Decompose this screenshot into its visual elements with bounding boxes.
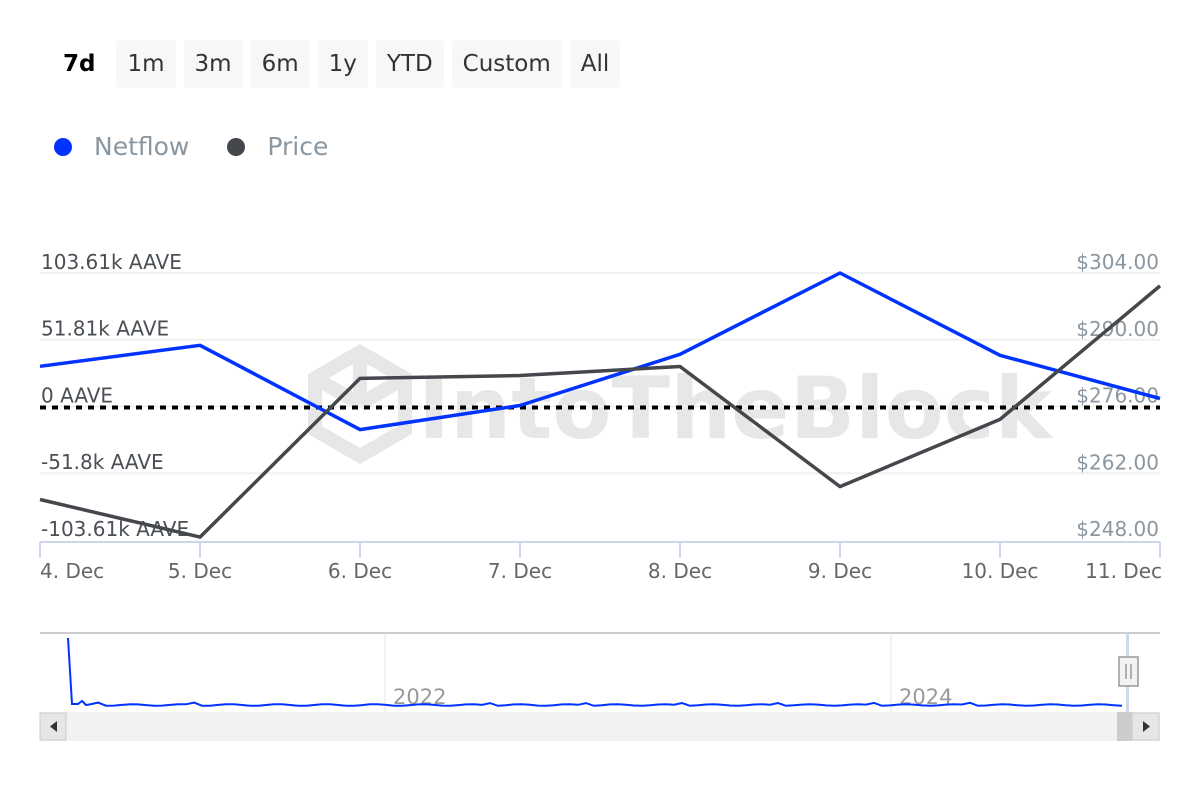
navigator-handle[interactable]	[1118, 656, 1139, 687]
left-axis-tick-label: 0 AAVE	[41, 384, 113, 408]
left-axis-tick-label: -51.8k AAVE	[41, 450, 164, 474]
scrollbar-track[interactable]	[40, 712, 1160, 741]
left-axis-tick-label: 103.61k AAVE	[41, 250, 182, 274]
watermark-logo-icon	[308, 343, 412, 465]
x-axis-tick-label: 9. Dec	[808, 559, 872, 583]
x-axis: 4. Dec 5. Dec 6. Dec 7. Dec 8. Dec 9. Dec 10. …	[39, 541, 1162, 583]
right-axis-tick-label: $262.00	[1076, 450, 1159, 474]
scroll-right-button[interactable]	[1131, 712, 1160, 741]
netflow-price-chart: IntoTheBlock 4. Dec 5. Dec 6. Dec 7. Dec 8. …	[39, 250, 1162, 741]
x-axis-tick-label: 10. Dec	[962, 559, 1039, 583]
scroll-left-button[interactable]	[39, 712, 67, 741]
left-axis-tick-label: 51.81k AAVE	[41, 317, 169, 341]
left-axis-labels: 103.61k AAVE 51.81k AAVE 0 AAVE -51.8k AAVE…	[41, 250, 189, 541]
x-axis-tick-label: 5. Dec	[168, 559, 232, 583]
scrollbar-thumb[interactable]	[1117, 712, 1132, 741]
navigator: 2022 2024	[39, 632, 1160, 741]
x-axis-tick-label: 11. Dec	[1085, 559, 1162, 583]
x-axis-tick-label: 4. Dec	[40, 559, 104, 583]
x-axis-tick-label: 8. Dec	[648, 559, 712, 583]
x-axis-tick-label: 6. Dec	[328, 559, 392, 583]
right-axis-tick-label: $248.00	[1076, 517, 1159, 541]
right-axis-tick-label: $304.00	[1076, 250, 1159, 274]
x-axis-tick-label: 7. Dec	[488, 559, 552, 583]
navigator-series-line	[67, 637, 1123, 707]
